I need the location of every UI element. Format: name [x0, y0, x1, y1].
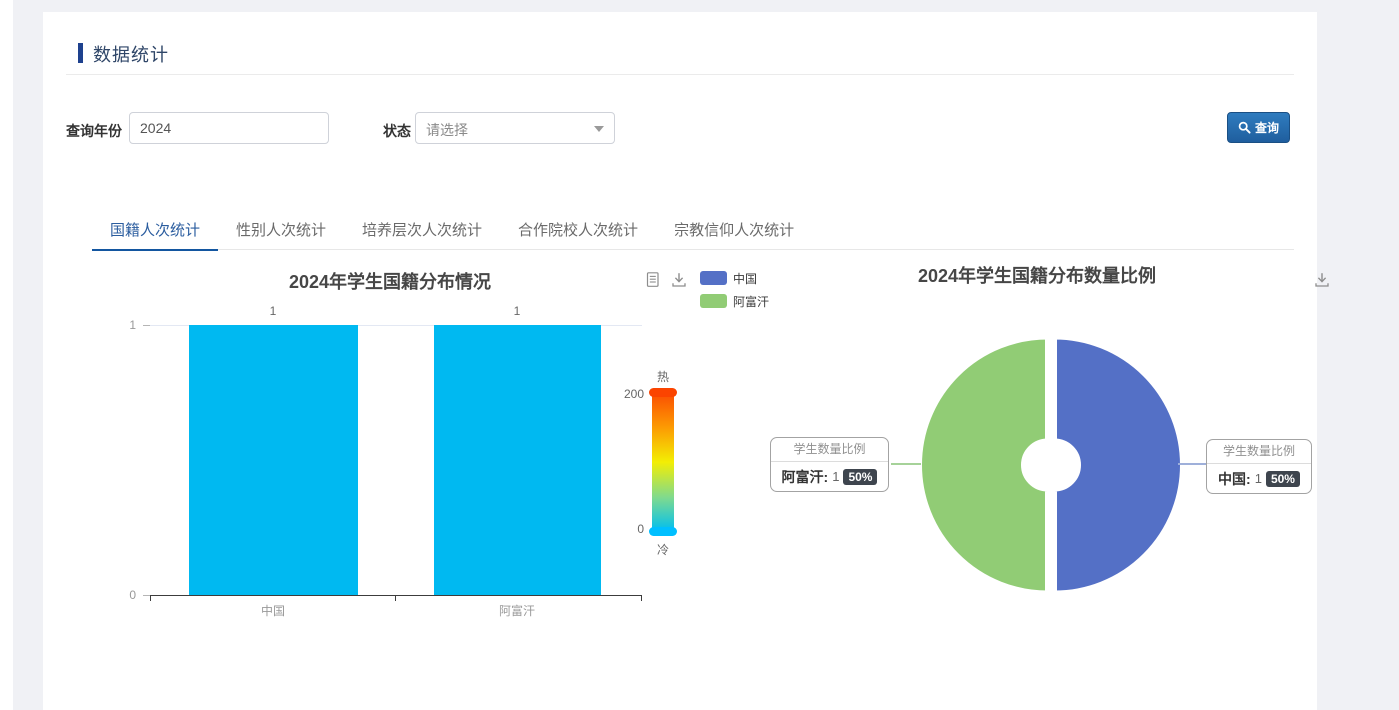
- series-name-label: 学生数量比例: [1207, 440, 1311, 464]
- slice-percent-badge: 50%: [1266, 471, 1300, 487]
- nationality-bar-chart: 2024年学生国籍分布情况 1 0 1 1 中国 阿富汗 热: [90, 260, 702, 630]
- nationality-donut-chart: [917, 331, 1185, 599]
- y-tick-mark: [143, 595, 150, 596]
- pie-label-box-china: 学生数量比例 中国: 1 50%: [1206, 439, 1312, 494]
- tab-education-level-stats[interactable]: 培养层次人次统计: [344, 214, 500, 249]
- bar-chart-title: 2024年学生国籍分布情况: [90, 268, 690, 294]
- year-label: 查询年份: [66, 121, 122, 141]
- slice-value: 1: [1255, 471, 1262, 486]
- label-connector-china: [1178, 463, 1208, 465]
- download-icon[interactable]: [1313, 271, 1331, 289]
- status-select[interactable]: 请选择: [415, 112, 615, 144]
- y-tick-mark: [143, 325, 150, 326]
- visualmap-hot-handle[interactable]: [649, 388, 677, 397]
- title-accent-bar: [78, 43, 83, 63]
- year-input[interactable]: [129, 112, 329, 144]
- slice-name: 中国:: [1218, 469, 1251, 489]
- tab-partner-school-stats[interactable]: 合作院校人次统计: [500, 214, 656, 249]
- status-label: 状态: [383, 121, 411, 141]
- slice-name: 阿富汗:: [782, 467, 829, 487]
- pie-label-box-afghanistan: 学生数量比例 阿富汗: 1 50%: [770, 437, 889, 492]
- x-axis-line: [150, 595, 642, 596]
- legend-swatch-china: [700, 271, 727, 285]
- label-connector-afghanistan: [891, 463, 921, 465]
- search-icon: [1238, 121, 1251, 134]
- visualmap-gradient-bar[interactable]: [652, 393, 674, 531]
- search-button-label: 查询: [1255, 119, 1279, 136]
- bar-china[interactable]: [189, 325, 358, 595]
- pie-slice-afghanistan[interactable]: [920, 337, 1048, 593]
- tab-religion-stats[interactable]: 宗教信仰人次统计: [656, 214, 812, 249]
- x-axis-label-afghanistan: 阿富汗: [477, 602, 557, 619]
- bar-afghanistan[interactable]: [434, 325, 601, 595]
- status-select-value: 请选择: [426, 120, 468, 140]
- download-icon[interactable]: [670, 271, 688, 289]
- x-axis-label-china: 中国: [233, 602, 313, 619]
- visualmap-hot-label: 热: [650, 368, 676, 385]
- visualmap-max-label: 200: [604, 387, 644, 401]
- y-axis-tick-label: 0: [104, 588, 136, 602]
- visualmap-cold-handle[interactable]: [649, 527, 677, 536]
- series-name-label: 学生数量比例: [771, 438, 888, 462]
- x-tick-mark: [395, 596, 396, 601]
- visualmap-cold-label: 冷: [650, 541, 676, 558]
- tab-nationality-stats[interactable]: 国籍人次统计: [92, 214, 218, 251]
- data-view-icon[interactable]: [644, 271, 662, 289]
- page: 数据统计 查询年份 状态 请选择 查询 国籍人次统计 性别人次统计 培养层次人次…: [0, 0, 1399, 710]
- pie-slice-china[interactable]: [1055, 337, 1183, 593]
- y-axis-tick-label: 1: [104, 318, 136, 332]
- chevron-down-icon: [594, 126, 604, 132]
- x-tick-mark: [150, 596, 151, 601]
- statistics-tab-bar: 国籍人次统计 性别人次统计 培养层次人次统计 合作院校人次统计 宗教信仰人次统计: [92, 214, 1294, 250]
- legend-swatch-afghanistan: [700, 294, 727, 308]
- x-tick-mark: [641, 596, 642, 601]
- visualmap-min-label: 0: [604, 522, 644, 536]
- page-title: 数据统计: [93, 41, 169, 67]
- tab-gender-stats[interactable]: 性别人次统计: [218, 214, 344, 249]
- legend-label: 阿富汗: [733, 293, 769, 310]
- bar-value-label: 1: [243, 304, 303, 318]
- slice-value: 1: [832, 469, 839, 484]
- pie-chart-title: 2024年学生国籍分布数量比例: [752, 262, 1322, 288]
- slice-percent-badge: 50%: [843, 469, 877, 485]
- header-divider: [66, 74, 1294, 75]
- bar-value-label: 1: [487, 304, 547, 318]
- left-edge-strip: [0, 0, 13, 710]
- legend-item-afghanistan[interactable]: 阿富汗: [700, 291, 790, 314]
- search-button[interactable]: 查询: [1227, 112, 1290, 143]
